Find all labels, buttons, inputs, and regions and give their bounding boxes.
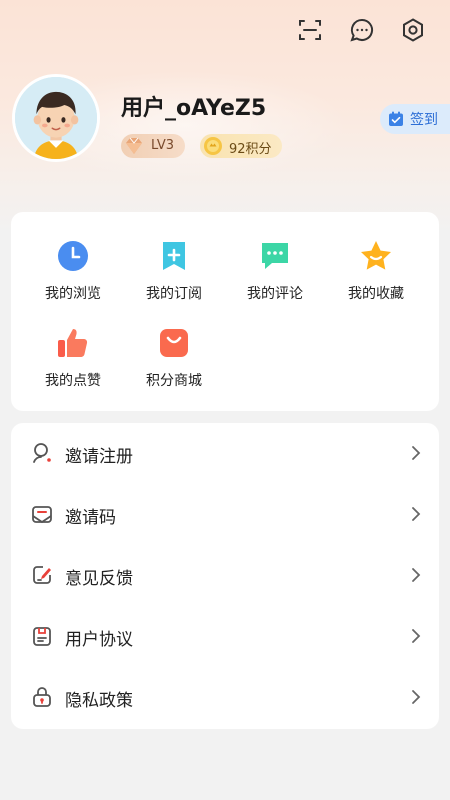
checkin-label: 签到 <box>410 112 438 128</box>
points-text: 92积分 <box>229 142 272 157</box>
message-icon[interactable] <box>348 16 376 44</box>
shortcut-favorites[interactable]: 我的收藏 <box>326 239 426 309</box>
menu-privacy-policy[interactable]: 隐私政策 <box>11 667 439 728</box>
menu-label: 用户协议 <box>65 630 133 650</box>
points-badge[interactable]: 92积分 <box>200 134 282 158</box>
calendar-check-icon <box>389 111 403 126</box>
lock-icon <box>33 687 51 707</box>
chevron-right-icon <box>412 568 421 582</box>
settings-menu-card: 邀请注册 邀请码 意见反馈 用户协议 隐私政策 <box>11 423 439 729</box>
shortcut-likes[interactable]: 我的点赞 <box>23 326 123 396</box>
shortcut-label: 我的收藏 <box>348 286 404 302</box>
shortcut-label: 积分商城 <box>146 373 202 389</box>
menu-user-agreement[interactable]: 用户协议 <box>11 606 439 667</box>
checkin-button[interactable]: 签到 <box>380 104 450 134</box>
cartoon-boy-avatar <box>15 77 97 159</box>
chevron-right-icon <box>412 446 421 460</box>
shortcut-subscriptions[interactable]: 我的订阅 <box>124 239 224 309</box>
username: 用户_oAYeZ5 <box>121 96 267 121</box>
shortcut-label: 我的浏览 <box>45 286 101 302</box>
avatar[interactable] <box>12 74 100 162</box>
shopping-bag-icon <box>160 329 188 357</box>
shortcut-label: 我的订阅 <box>146 286 202 302</box>
level-badge[interactable]: LV3 <box>121 134 185 158</box>
menu-label: 意见反馈 <box>65 569 133 589</box>
clock-icon <box>58 241 88 271</box>
shortcut-points-mall[interactable]: 积分商城 <box>124 326 224 396</box>
menu-label: 隐私政策 <box>65 691 133 711</box>
star-icon <box>361 241 391 270</box>
menu-invite-code[interactable]: 邀请码 <box>11 484 439 545</box>
shortcut-history[interactable]: 我的浏览 <box>23 239 123 309</box>
shortcut-label: 我的点赞 <box>45 373 101 389</box>
chevron-right-icon <box>412 690 421 704</box>
bookmark-plus-icon <box>163 242 185 270</box>
menu-label: 邀请注册 <box>65 447 133 467</box>
shortcut-label: 我的评论 <box>247 286 303 302</box>
coin-icon <box>204 137 222 155</box>
menu-label: 邀请码 <box>65 508 116 528</box>
shortcut-comments[interactable]: 我的评论 <box>225 239 325 309</box>
level-text: LV3 <box>151 138 174 153</box>
settings-icon[interactable] <box>399 16 427 44</box>
menu-feedback[interactable]: 意见反馈 <box>11 545 439 606</box>
diamond-icon <box>126 137 142 154</box>
person-search-icon <box>33 443 51 463</box>
scan-icon[interactable] <box>296 16 324 44</box>
chat-bubble-icon <box>262 243 288 269</box>
chevron-right-icon <box>412 507 421 521</box>
chevron-right-icon <box>412 629 421 643</box>
feedback-edit-icon <box>33 566 51 584</box>
thumbs-up-icon <box>58 329 88 357</box>
shortcuts-card: 我的浏览 我的订阅 我的评论 我的收藏 我的点赞 积分商城 <box>11 212 439 411</box>
menu-invite-register[interactable]: 邀请注册 <box>11 423 439 484</box>
envelope-icon <box>32 506 52 524</box>
clipboard-icon <box>33 627 51 646</box>
